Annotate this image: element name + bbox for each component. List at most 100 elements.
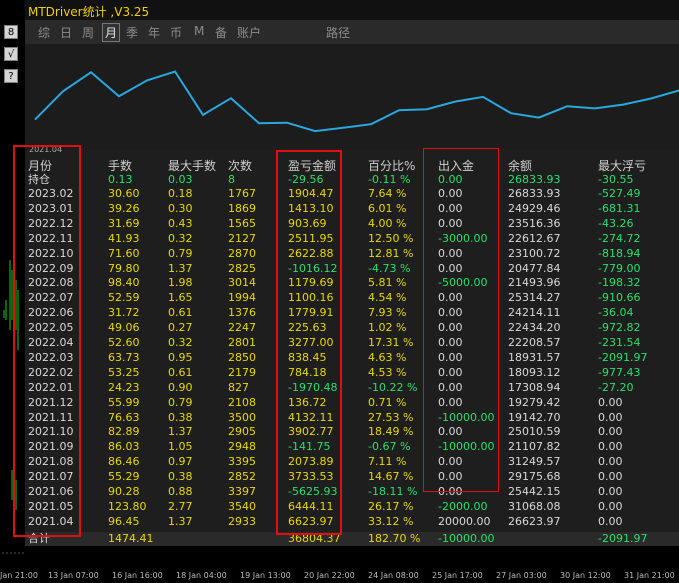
xaxis-label: 16 Jan 16:00: [112, 571, 163, 580]
cell-balance: 22434.20: [508, 321, 561, 335]
equity-chart: 2021.04: [25, 44, 679, 154]
xaxis-label: 24 Jan 08:00: [368, 571, 419, 580]
cell-max-drawdown: -2091.97: [598, 531, 648, 545]
cell-percent: 6.01 %: [368, 201, 407, 215]
table-row: 2022.04 52.60 0.32 2801 3277.00 17.31 % 0.00 22…: [25, 336, 679, 350]
cell-lots: 31.69: [108, 216, 140, 230]
tab-day[interactable]: 日: [60, 24, 72, 41]
cell-lots: 30.60: [108, 187, 140, 200]
cell-balance: 22612.67: [508, 231, 561, 245]
cell-balance: 19279.42: [508, 395, 561, 409]
title-bar: MTDriver统计 ,V3.25: [25, 0, 679, 20]
cell-lots: 86.03: [108, 440, 140, 454]
cell-balance: 22208.57: [508, 336, 561, 349]
tab-currency[interactable]: 币: [170, 24, 182, 41]
table-row: 2021.11 76.63 0.38 3500 4132.11 27.53 % -10000…: [25, 411, 679, 425]
cell-max-lots: 0.88: [168, 485, 193, 498]
table-row: 2021.12 55.99 0.79 2108 136.72 0.71 % 0.00 1927…: [25, 396, 679, 410]
cell-percent: 17.31 %: [368, 336, 414, 349]
xaxis-label: 19 Jan 13:00: [240, 571, 291, 580]
cell-percent: -0.11 %: [368, 173, 411, 186]
cell-balance: 26833.93: [508, 173, 561, 186]
tab-path[interactable]: 路径: [326, 24, 350, 41]
cell-percent: 14.67 %: [368, 470, 414, 484]
cell-count: 2948: [228, 440, 256, 454]
time-axis: Jan 21:00 13 Jan 07:00 16 Jan 16:00 18 Jan …: [0, 570, 679, 583]
cell-lots: 0.13: [108, 173, 133, 186]
cell-max-drawdown: 0.00: [598, 425, 623, 439]
cell-lots: 98.40: [108, 276, 140, 290]
cell-max-lots: 1.37: [168, 425, 193, 439]
highlight-month-column: [13, 145, 81, 537]
cell-percent: 27.53 %: [368, 410, 414, 424]
cell-balance: 20477.84: [508, 261, 561, 275]
table-row: 2022.02 53.25 0.61 2179 784.18 4.53 % 0.00 1809…: [25, 366, 679, 380]
cell-max-drawdown: 0.00: [598, 455, 623, 469]
cell-balance: 17308.94: [508, 380, 561, 394]
cell-count: 3540: [228, 499, 256, 513]
tab-week[interactable]: 周: [82, 24, 94, 41]
cell-max-lots: 1.37: [168, 514, 193, 528]
tab-month[interactable]: 月: [102, 23, 121, 42]
table-row: 2022.01 24.23 0.90 827 -1970.48 -10.22 % 0.00 1…: [25, 381, 679, 395]
cell-max-lots: 0.32: [168, 336, 193, 349]
cell-max-drawdown: -231.54: [598, 336, 641, 349]
cell-lots: 86.46: [108, 455, 140, 469]
header-balance: 余额: [508, 159, 533, 173]
cell-max-drawdown: -43.26: [598, 216, 634, 230]
cell-max-drawdown: 0.00: [598, 485, 623, 498]
cell-percent: 4.54 %: [368, 291, 407, 305]
cell-balance: 26833.93: [508, 187, 561, 200]
cell-balance: 25314.27: [508, 291, 561, 305]
table-header: 月份 手数 最大手数 次数 盈亏金额 百分比% 出入金 余额 最大浮亏: [25, 159, 679, 173]
cell-percent: -10.22 %: [368, 380, 418, 394]
table-row: 2022.06 31.72 0.61 1376 1779.91 7.93 % 0.00 242…: [25, 306, 679, 320]
cell-lots: 1474.41: [108, 531, 154, 545]
highlight-profit-column: [276, 150, 342, 535]
cell-count: 1376: [228, 306, 256, 320]
cell-count: 2850: [228, 350, 256, 364]
xaxis-label: 27 Jan 03:00: [496, 571, 547, 580]
cell-balance: 25010.59: [508, 425, 561, 439]
holding-row: 持仓 0.13 0.03 8 -29.56 -0.11 % 0.00 26833.93 -30.…: [25, 173, 679, 187]
cell-percent: 7.64 %: [368, 187, 407, 200]
cell-balance: 24929.46: [508, 201, 561, 215]
cell-max-drawdown: 0.00: [598, 514, 623, 528]
xaxis-label: 31 Jan 21:00: [624, 571, 675, 580]
period-tabs: 综 日 周 月 季 年 币 M 备 账户 路径: [25, 20, 679, 44]
total-row: 合计 1474.41 36804.37 182.70 % -10000.00 -2091.…: [25, 531, 679, 546]
cell-percent: -4.73 %: [368, 261, 411, 275]
cell-max-lots: 2.77: [168, 499, 193, 513]
tab-year[interactable]: 年: [148, 24, 160, 41]
xaxis-label: 18 Jan 04:00: [176, 571, 227, 580]
table-row: 2022.08 98.40 1.98 3014 1179.69 5.81 % -5000.0…: [25, 276, 679, 290]
cell-max-drawdown: -972.82: [598, 321, 641, 335]
tab-m[interactable]: M: [194, 24, 204, 38]
cell-max-lots: 1.98: [168, 276, 193, 290]
cell-deposit: -10000.00: [438, 531, 495, 545]
cell-lots: 31.72: [108, 306, 140, 320]
cell-lots: 49.06: [108, 321, 140, 335]
cell-percent: 1.02 %: [368, 321, 407, 335]
cell-percent: 0.71 %: [368, 395, 407, 409]
cell-percent: 4.53 %: [368, 365, 407, 379]
window-title: MTDriver统计 ,V3.25: [28, 5, 150, 19]
cell-percent: 26.17 %: [368, 499, 414, 513]
cell-max-drawdown: -30.55: [598, 173, 634, 186]
cell-max-lots: 0.61: [168, 306, 193, 320]
cell-lots: 55.99: [108, 395, 140, 409]
cell-count: 1767: [228, 187, 256, 200]
cell-count: 2179: [228, 365, 256, 379]
cell-balance: 31068.08: [508, 499, 561, 513]
tab-account[interactable]: 账户: [237, 24, 261, 41]
xaxis-label: 20 Jan 22:00: [304, 571, 355, 580]
tab-notes[interactable]: 备: [215, 24, 227, 41]
cell-count: 2108: [228, 395, 256, 409]
tab-quarter[interactable]: 季: [126, 24, 138, 41]
cell-count: 1994: [228, 291, 256, 305]
cell-count: 827: [228, 380, 249, 394]
xaxis-label: 30 Jan 12:00: [560, 571, 611, 580]
cell-max-lots: 1.65: [168, 291, 193, 305]
tab-summary[interactable]: 综: [38, 24, 50, 41]
cell-balance: 24214.11: [508, 306, 561, 320]
